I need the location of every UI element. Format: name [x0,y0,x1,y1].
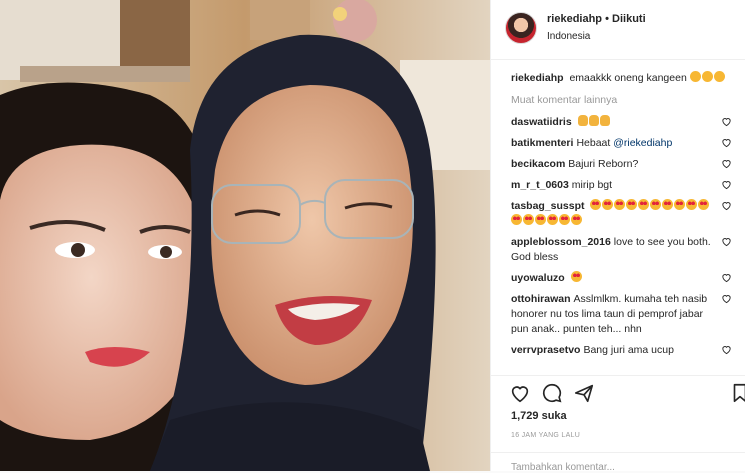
comment-row: m_r_t_0603 mirip bgt [511,178,736,193]
follow-button[interactable]: Diikuti [612,13,646,25]
thumbs-up-emoji-icon [588,115,599,126]
comment-username[interactable]: batikmenteri [511,137,573,149]
comment-row: uyowaluzo [511,271,736,286]
heart-icon[interactable] [721,293,732,304]
heart-icon[interactable] [721,344,732,355]
follow-separator: • [605,13,609,25]
location-link[interactable]: Indonesia [547,31,590,42]
heart-icon[interactable] [721,200,732,211]
avatar[interactable] [505,12,537,44]
comment-username[interactable]: uyowaluzo [511,272,565,284]
comment-username[interactable]: ottohirawan [511,293,571,305]
instagram-post: riekediahp • Diikuti Indonesia riekediah… [0,0,745,473]
comment-username[interactable]: tasbag_susspt [511,200,585,212]
post-timestamp: 16 JAM YANG LALU [511,432,581,439]
comment-icon[interactable] [541,382,563,404]
comment-username[interactable]: becikacom [511,158,565,170]
post-side-panel: riekediahp • Diikuti Indonesia riekediah… [490,0,745,473]
comment-text: Hebaat [576,137,614,149]
comment-row: batikmenteri Hebaat @riekediahp [511,136,736,151]
heart-icon[interactable] [721,137,732,148]
comment-row: becikacom Bajuri Reborn? [511,157,736,172]
comment-row: verrvprasetvo Bang juri ama ucup [511,343,736,358]
heart-eyes-emoji-icon [570,271,582,282]
action-bar [491,375,745,407]
comments-list[interactable]: riekediahp emaakkk oneng kangeen Muat ko… [491,62,745,374]
load-more-comments[interactable]: Muat komentar lainnya [511,94,736,106]
author-username[interactable]: riekediahp [547,13,602,25]
heart-icon[interactable] [721,116,732,127]
heart-icon[interactable] [721,158,732,169]
heart-icon[interactable] [509,382,531,404]
bookmark-icon[interactable] [729,382,745,404]
comment-text: Bajuri Reborn? [568,158,639,170]
comment-row: appleblossom_2016 love to see you both. G… [511,235,736,265]
grinning-emoji-icon [689,71,701,82]
heart-icon[interactable] [721,179,732,190]
selfie-photo [0,0,490,471]
add-comment-input[interactable]: Tambahkan komentar... [491,452,745,473]
post-header: riekediahp • Diikuti Indonesia [491,0,745,60]
comment-username[interactable]: appleblossom_2016 [511,236,611,248]
comment-text: mirip bgt [571,179,613,191]
grinning-emoji-icon [713,71,725,82]
caption-text: emaakkk oneng kangeen [569,72,687,84]
grinning-emoji-icon [701,71,713,82]
like-count[interactable]: 1,729 suka [511,410,567,422]
heart-icon[interactable] [721,236,732,247]
comment-row: daswatiidris [511,115,736,130]
heart-icon[interactable] [721,272,732,283]
comment-username[interactable]: m_r_t_0603 [511,179,569,191]
post-author-line: riekediahp • Diikuti [547,13,646,25]
caption-username[interactable]: riekediahp [511,72,564,84]
comment-mention[interactable]: @riekediahp [613,137,672,149]
comment-username[interactable]: verrvprasetvo [511,344,580,356]
post-photo[interactable] [0,0,490,471]
comment-username[interactable]: daswatiidris [511,116,572,128]
comment-row: tasbag_susspt [511,199,736,229]
share-icon[interactable] [573,382,595,404]
flexed-biceps-emoji-icon [599,115,610,126]
post-caption: riekediahp emaakkk oneng kangeen [511,70,736,86]
ok-hand-emoji-icon [577,115,588,126]
comment-text: Bang juri ama ucup [583,344,674,356]
comment-row: ottohirawan Asslmlkm. kumaha teh nasib ho… [511,292,736,337]
